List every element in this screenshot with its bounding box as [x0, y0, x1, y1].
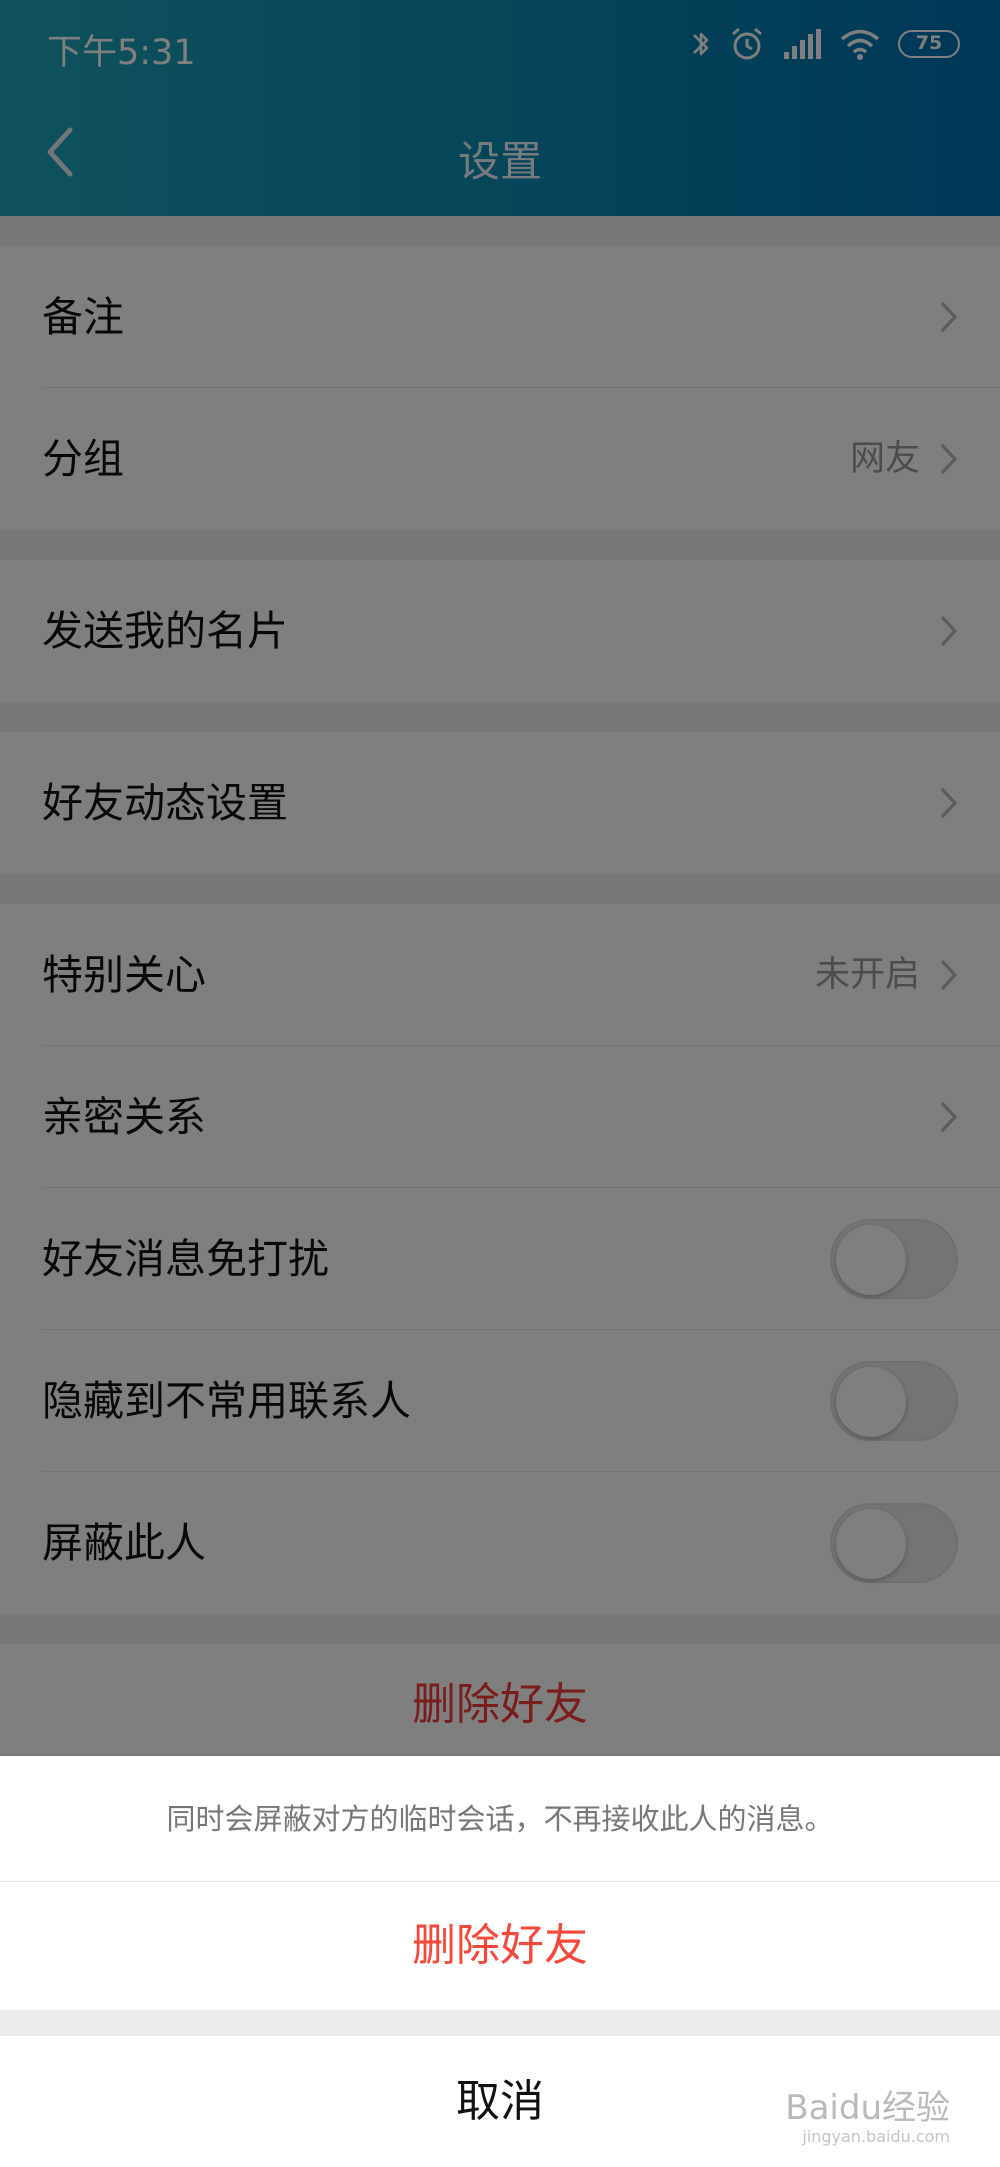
action-sheet: 同时会屏蔽对方的临时会话，不再接收此人的消息。 删除好友 取消 Baidu经验 … — [0, 1756, 1000, 2167]
watermark-logo: Baidu经验 — [785, 2088, 950, 2128]
action-sheet-gap — [0, 2010, 1000, 2036]
watermark-site: jingyan.baidu.com — [802, 2127, 950, 2146]
confirm-delete-button[interactable]: 删除好友 — [0, 1882, 1000, 2010]
action-sheet-description: 同时会屏蔽对方的临时会话，不再接收此人的消息。 — [0, 1756, 1000, 1882]
baidu-watermark: Baidu经验 jingyan.baidu.com — [785, 2091, 950, 2145]
